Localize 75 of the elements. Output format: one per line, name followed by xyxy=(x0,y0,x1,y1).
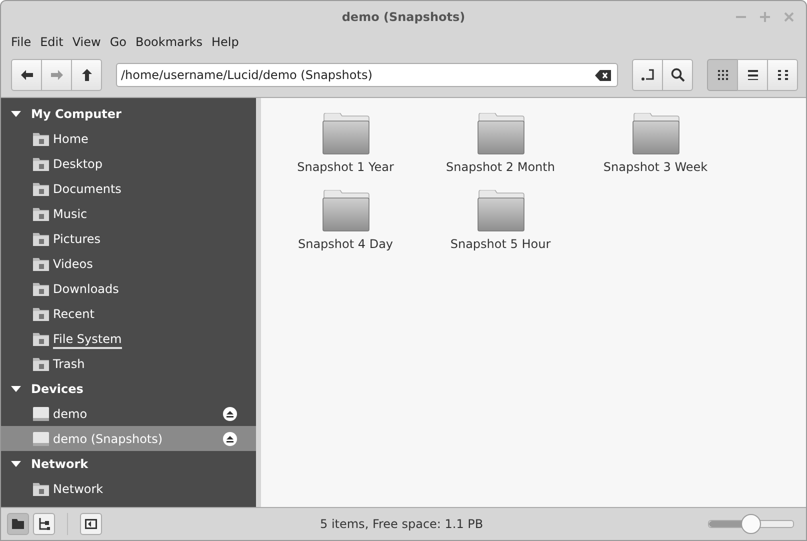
drive-icon xyxy=(33,432,49,446)
search-icon xyxy=(670,68,684,82)
folder-icon xyxy=(33,156,49,170)
file-name[interactable]: Snapshot 4 Day xyxy=(298,237,394,251)
menu-item[interactable]: View xyxy=(72,35,101,49)
folder-icon xyxy=(33,256,49,270)
sidebar-item[interactable]: Recent xyxy=(1,301,256,326)
folder-icon xyxy=(33,306,49,320)
view-mode-button[interactable] xyxy=(737,59,768,91)
eject-icon[interactable] xyxy=(223,406,237,420)
folder-icon xyxy=(33,332,49,346)
sidebar-item[interactable]: File System xyxy=(1,326,256,351)
up-arrow-icon xyxy=(82,69,92,81)
folder-icon[interactable] xyxy=(322,113,370,155)
sidebar-item[interactable]: Music xyxy=(1,201,256,226)
tree-icon xyxy=(38,518,50,530)
toggle-sidebar-button[interactable] xyxy=(80,513,102,535)
folder-icon xyxy=(33,356,49,370)
section-header: My Computer xyxy=(31,106,122,120)
up-button[interactable] xyxy=(71,59,102,91)
left-arrow-icon xyxy=(20,70,32,80)
view-mode-button[interactable] xyxy=(767,59,798,91)
folder-icon xyxy=(33,282,49,296)
drive-icon xyxy=(33,406,49,420)
return-arrow-icon xyxy=(640,69,654,81)
expanded-arrow-icon[interactable] xyxy=(11,458,21,468)
places-button[interactable] xyxy=(7,513,29,535)
grid-icon xyxy=(718,70,728,80)
folder-icon xyxy=(33,206,49,220)
right-arrow-icon xyxy=(50,70,62,80)
sidebar-item[interactable]: Documents xyxy=(1,176,256,201)
status-text: 5 items, Free space: 1.1 PB xyxy=(320,517,484,531)
sidebar-item[interactable]: Downloads xyxy=(1,276,256,301)
sidebar-icon xyxy=(85,519,97,529)
sidebar-item[interactable]: Desktop xyxy=(1,151,256,176)
section-header: Devices xyxy=(31,382,84,396)
sidebar-item[interactable]: Pictures xyxy=(1,226,256,251)
window-title: demo (Snapshots) xyxy=(342,10,466,24)
menu-item[interactable]: Go xyxy=(110,35,126,49)
file-name[interactable]: Snapshot 2 Month xyxy=(446,160,555,174)
folder-icon[interactable] xyxy=(476,190,524,232)
folder-icon[interactable] xyxy=(322,190,370,232)
menu-item[interactable]: File xyxy=(11,35,32,49)
file-name[interactable]: Snapshot 1 Year xyxy=(297,160,394,174)
menu-item[interactable]: Bookmarks xyxy=(135,35,203,49)
clear-icon[interactable] xyxy=(595,70,611,81)
file-name[interactable]: Snapshot 5 Hour xyxy=(450,237,551,251)
file-name[interactable]: Snapshot 3 Week xyxy=(603,160,708,174)
sidebar-item[interactable]: Trash xyxy=(1,351,256,376)
folder-icon xyxy=(33,132,49,146)
folder-icon xyxy=(33,232,49,246)
sidebar-item[interactable]: Home xyxy=(1,126,256,151)
eject-icon[interactable] xyxy=(223,432,237,446)
expanded-arrow-icon[interactable] xyxy=(11,108,21,118)
folder-icon[interactable] xyxy=(476,113,524,155)
search-button[interactable] xyxy=(662,59,693,91)
back-button[interactable] xyxy=(11,59,42,91)
menu-item[interactable]: Help xyxy=(212,35,239,49)
folder-icon xyxy=(33,182,49,196)
sidebar-item[interactable]: Videos xyxy=(1,251,256,276)
toggle-location-button[interactable] xyxy=(632,59,663,91)
sidebar-item[interactable]: Network xyxy=(1,476,256,501)
folder-icon[interactable] xyxy=(632,113,680,155)
compact-list-icon xyxy=(778,70,788,80)
sidebar-item[interactable]: demo xyxy=(1,401,256,426)
tree-button[interactable] xyxy=(33,513,55,535)
section-header: Network xyxy=(31,456,88,470)
location-field[interactable]: /home/username/Lucid/demo (Snapshots) xyxy=(116,63,618,87)
folder-icon xyxy=(33,482,49,496)
menu-item[interactable]: Edit xyxy=(40,35,64,49)
zoom-slider[interactable] xyxy=(708,514,794,534)
view-mode-button[interactable] xyxy=(707,59,738,91)
list-icon xyxy=(748,70,758,80)
folder-icon xyxy=(12,519,24,529)
expanded-arrow-icon[interactable] xyxy=(11,384,21,394)
